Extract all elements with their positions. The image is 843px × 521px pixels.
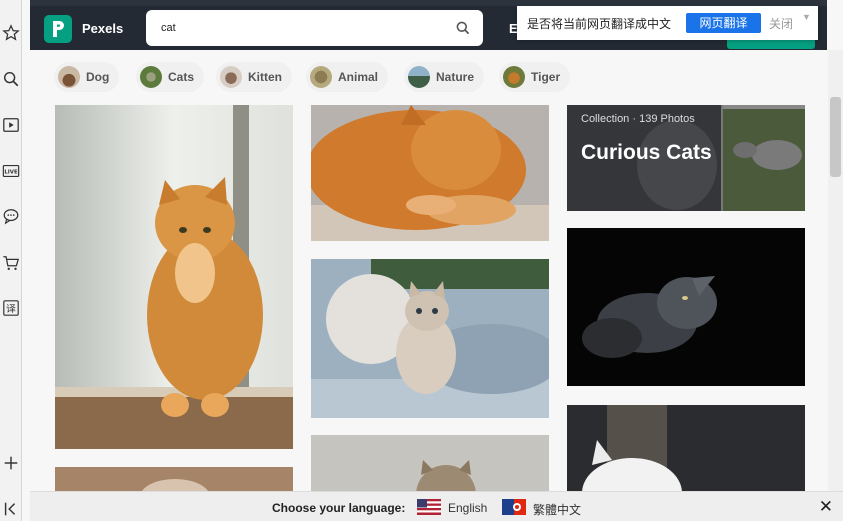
- translate-close-button[interactable]: 关闭: [769, 15, 793, 32]
- live-icon[interactable]: LIVE: [0, 160, 22, 182]
- animal-thumbnail: [310, 66, 332, 88]
- video-icon[interactable]: [0, 114, 22, 136]
- svg-text:译: 译: [6, 303, 16, 315]
- chip-animal[interactable]: Animal: [306, 62, 389, 92]
- collection-curious-cats[interactable]: Collection · 139 Photos Curious Cats: [567, 105, 805, 211]
- photo-black-cat-dark[interactable]: [567, 228, 805, 386]
- language-option-english[interactable]: English: [448, 501, 487, 515]
- search-input[interactable]: cat: [161, 22, 176, 34]
- language-label: Choose your language:: [272, 501, 406, 515]
- nature-thumbnail: [408, 66, 430, 88]
- kitten-thumbnail: [220, 66, 242, 88]
- svg-text:LIVE: LIVE: [4, 170, 18, 176]
- photo-white-cat-partial[interactable]: [567, 405, 805, 493]
- collection-meta: Collection · 139 Photos: [581, 113, 695, 125]
- dog-thumbnail: [58, 66, 80, 88]
- photo-image: [311, 435, 549, 495]
- photo-image: [567, 228, 805, 386]
- translate-prompt: 是否将当前网页翻译成中文 网页翻译 关闭 ▼: [517, 6, 818, 40]
- search-icon[interactable]: [0, 68, 22, 90]
- photo-orange-cat-window[interactable]: [55, 105, 293, 449]
- chip-label: Kitten: [248, 70, 282, 84]
- chip-dog[interactable]: Dog: [54, 62, 120, 92]
- chip-nature[interactable]: Nature: [404, 62, 485, 92]
- chevron-down-icon[interactable]: ▼: [802, 12, 811, 22]
- search-bar[interactable]: cat: [146, 10, 483, 46]
- translate-prompt-text: 是否将当前网页翻译成中文: [527, 17, 672, 31]
- search-results: Dog Cats Kitten Animal Nature Tiger Coll…: [30, 50, 827, 497]
- translate-page-button[interactable]: 网页翻译: [686, 13, 761, 33]
- chat-icon[interactable]: [0, 205, 22, 227]
- photo-image: [311, 259, 549, 418]
- photo-image: [567, 405, 805, 493]
- translate-icon[interactable]: 译: [0, 297, 22, 319]
- chip-cats[interactable]: Cats: [136, 62, 205, 92]
- photo-image: [55, 105, 293, 449]
- browser-window: LIVE 译 Pexels cat E 是否将当前网页翻译成中文 网页翻译 关闭…: [0, 0, 843, 521]
- photo-sleeping-ginger-cat[interactable]: [311, 105, 549, 241]
- us-flag-icon[interactable]: [417, 499, 441, 515]
- browser-sidebar: LIVE 译: [0, 0, 22, 521]
- chip-label: Animal: [338, 70, 379, 84]
- scrollbar-thumb[interactable]: [830, 97, 841, 177]
- page-scrollbar[interactable]: [828, 50, 843, 491]
- collection-title: Curious Cats: [581, 141, 712, 164]
- brand-name[interactable]: Pexels: [82, 21, 123, 36]
- cats-thumbnail: [140, 66, 162, 88]
- plus-icon[interactable]: [0, 452, 22, 474]
- chip-label: Dog: [86, 70, 110, 84]
- tiger-thumbnail: [503, 66, 525, 88]
- chip-label: Tiger: [531, 70, 561, 84]
- chip-label: Cats: [168, 70, 195, 84]
- photo-kitten-sofa[interactable]: [311, 259, 549, 418]
- language-bar: Choose your language: English 繁體中文 ✕: [30, 491, 843, 521]
- chip-kitten[interactable]: Kitten: [216, 62, 292, 92]
- collapse-icon[interactable]: [0, 498, 22, 520]
- hk-flag-icon[interactable]: [502, 499, 526, 515]
- search-submit-icon[interactable]: [455, 20, 471, 36]
- close-icon[interactable]: ✕: [819, 497, 833, 517]
- star-icon[interactable]: [0, 22, 22, 44]
- cart-icon[interactable]: [0, 252, 22, 274]
- pexels-logo-icon[interactable]: [44, 15, 72, 43]
- language-option-chinese[interactable]: 繁體中文: [533, 501, 581, 518]
- chip-label: Nature: [436, 70, 475, 84]
- photo-tabby-cat-partial[interactable]: [311, 435, 549, 495]
- photo-image: [311, 105, 549, 241]
- chip-tiger[interactable]: Tiger: [499, 62, 571, 92]
